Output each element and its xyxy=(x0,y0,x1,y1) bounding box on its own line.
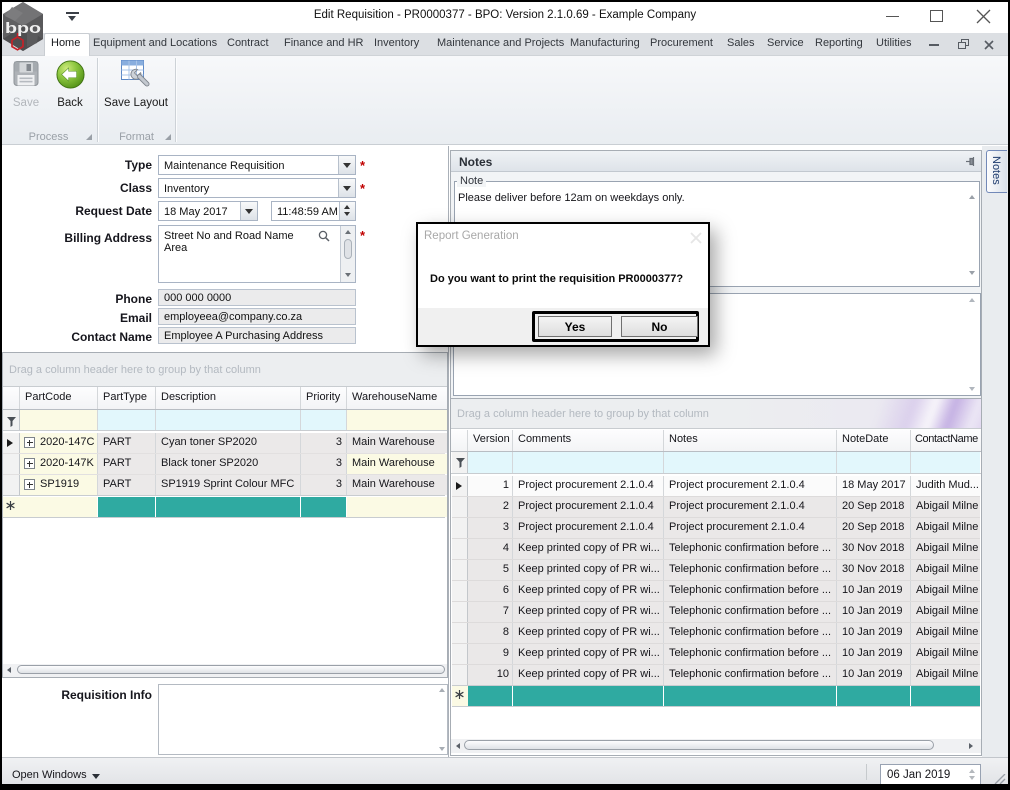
svg-text:bpo: bpo xyxy=(5,20,41,37)
